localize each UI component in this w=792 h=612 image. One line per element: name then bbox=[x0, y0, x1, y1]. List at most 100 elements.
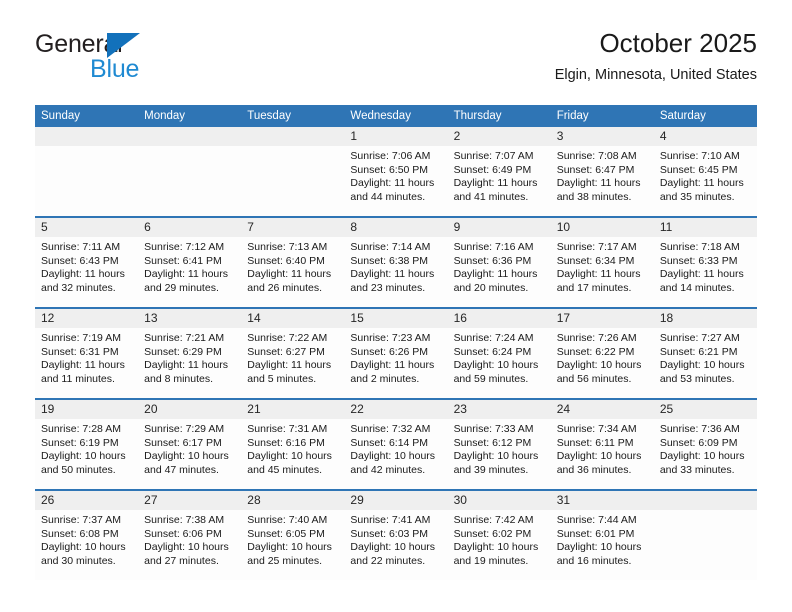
calendar-day-cell[interactable]: 12 Sunrise: 7:19 AM Sunset: 6:31 PM Dayligh… bbox=[35, 307, 139, 399]
calendar-day-cell[interactable]: 30 Sunrise: 7:42 AM Sunset: 6:02 PM Dayligh… bbox=[447, 489, 551, 580]
day-cell-inner: 14 Sunrise: 7:22 AM Sunset: 6:27 PM Dayligh… bbox=[241, 309, 345, 398]
sunrise-time: Sunrise: 7:42 AM bbox=[453, 514, 534, 526]
sunrise-time: Sunrise: 7:28 AM bbox=[41, 423, 121, 435]
day-number: 19 bbox=[35, 400, 139, 419]
day-details: Sunrise: 7:37 AM Sunset: 6:08 PM Daylight:… bbox=[35, 510, 138, 568]
daylight-duration-line2: and 35 minutes. bbox=[659, 190, 735, 203]
sunrise-time: Sunrise: 7:19 AM bbox=[41, 332, 121, 344]
calendar-day-cell-empty bbox=[138, 127, 242, 217]
calendar-day-cell[interactable]: 17 Sunrise: 7:26 AM Sunset: 6:22 PM Dayligh… bbox=[550, 307, 654, 399]
calendar-day-cell[interactable]: 2 Sunrise: 7:07 AM Sunset: 6:49 PM Daylight… bbox=[447, 127, 551, 217]
sunset-time: Sunset: 6:21 PM bbox=[659, 345, 738, 358]
sunset-time: Sunset: 6:06 PM bbox=[144, 527, 222, 540]
day-cell-inner: 27 Sunrise: 7:38 AM Sunset: 6:06 PM Dayligh… bbox=[138, 491, 242, 580]
weekday-header-tuesday: Tuesday bbox=[241, 105, 345, 127]
calendar-day-cell-empty bbox=[35, 127, 139, 217]
day-number bbox=[138, 127, 242, 146]
daylight-duration-line2: and 11 minutes. bbox=[41, 372, 115, 385]
sunset-time: Sunset: 6:14 PM bbox=[350, 436, 429, 449]
calendar-day-cell[interactable]: 3 Sunrise: 7:08 AM Sunset: 6:47 PM Daylight… bbox=[550, 127, 654, 217]
day-cell-inner: 28 Sunrise: 7:40 AM Sunset: 6:05 PM Dayligh… bbox=[241, 491, 345, 580]
day-cell-inner bbox=[138, 127, 242, 216]
calendar-day-cell[interactable]: 11 Sunrise: 7:18 AM Sunset: 6:33 PM Dayligh… bbox=[653, 216, 757, 308]
weekday-header-saturday: Saturday bbox=[653, 105, 757, 127]
sunrise-time: Sunrise: 7:07 AM bbox=[453, 150, 534, 162]
day-number: 20 bbox=[138, 400, 242, 419]
day-cell-inner: 29 Sunrise: 7:41 AM Sunset: 6:03 PM Dayligh… bbox=[344, 491, 448, 580]
daylight-duration-line1: Daylight: 11 hours bbox=[659, 177, 744, 190]
calendar-day-cell[interactable]: 4 Sunrise: 7:10 AM Sunset: 6:45 PM Daylight… bbox=[653, 127, 757, 217]
daylight-duration-line1: Daylight: 10 hours bbox=[144, 541, 229, 554]
sunrise-time: Sunrise: 7:06 AM bbox=[350, 150, 431, 162]
sunrise-time: Sunrise: 7:10 AM bbox=[659, 150, 740, 162]
sunset-time: Sunset: 6:16 PM bbox=[247, 436, 325, 449]
calendar-day-cell[interactable]: 28 Sunrise: 7:40 AM Sunset: 6:05 PM Dayligh… bbox=[241, 489, 345, 580]
day-cell-inner: 9 Sunrise: 7:16 AM Sunset: 6:36 PM Daylight… bbox=[447, 218, 551, 307]
calendar-day-cell[interactable]: 31 Sunrise: 7:44 AM Sunset: 6:01 PM Dayligh… bbox=[550, 489, 654, 580]
daylight-duration-line2: and 29 minutes. bbox=[144, 281, 219, 294]
calendar-day-cell[interactable]: 15 Sunrise: 7:23 AM Sunset: 6:26 PM Dayligh… bbox=[344, 307, 448, 399]
daylight-duration-line1: Daylight: 11 hours bbox=[556, 177, 641, 190]
day-cell-inner: 3 Sunrise: 7:08 AM Sunset: 6:47 PM Daylight… bbox=[550, 127, 654, 216]
calendar-day-cell[interactable]: 19 Sunrise: 7:28 AM Sunset: 6:19 PM Dayligh… bbox=[35, 398, 139, 490]
calendar-day-cell[interactable]: 21 Sunrise: 7:31 AM Sunset: 6:16 PM Dayligh… bbox=[241, 398, 345, 490]
calendar-day-cell[interactable]: 25 Sunrise: 7:36 AM Sunset: 6:09 PM Dayligh… bbox=[653, 398, 757, 490]
daylight-duration-line1: Daylight: 11 hours bbox=[247, 359, 332, 372]
daylight-duration-line1: Daylight: 10 hours bbox=[350, 541, 436, 554]
sunrise-time: Sunrise: 7:44 AM bbox=[556, 514, 637, 526]
day-details: Sunrise: 7:40 AM Sunset: 6:05 PM Daylight:… bbox=[241, 510, 344, 568]
day-cell-inner: 31 Sunrise: 7:44 AM Sunset: 6:01 PM Dayligh… bbox=[550, 491, 654, 580]
day-details: Sunrise: 7:17 AM Sunset: 6:34 PM Daylight:… bbox=[551, 237, 654, 295]
day-cell-inner: 13 Sunrise: 7:21 AM Sunset: 6:29 PM Dayligh… bbox=[138, 309, 242, 398]
calendar-day-cell[interactable]: 29 Sunrise: 7:41 AM Sunset: 6:03 PM Dayligh… bbox=[344, 489, 448, 580]
calendar-day-cell[interactable]: 16 Sunrise: 7:24 AM Sunset: 6:24 PM Dayligh… bbox=[447, 307, 551, 399]
sunset-time: Sunset: 6:24 PM bbox=[453, 345, 532, 358]
day-number: 28 bbox=[241, 491, 345, 510]
daylight-duration-line2: and 16 minutes. bbox=[556, 554, 632, 567]
day-cell-inner: 7 Sunrise: 7:13 AM Sunset: 6:40 PM Daylight… bbox=[241, 218, 345, 307]
calendar-day-cell[interactable]: 7 Sunrise: 7:13 AM Sunset: 6:40 PM Daylight… bbox=[241, 216, 345, 308]
day-number: 5 bbox=[35, 218, 139, 237]
day-number: 22 bbox=[344, 400, 448, 419]
sunset-time: Sunset: 6:03 PM bbox=[350, 527, 429, 540]
calendar-day-cell[interactable]: 24 Sunrise: 7:34 AM Sunset: 6:11 PM Dayligh… bbox=[550, 398, 654, 490]
day-number: 14 bbox=[241, 309, 345, 328]
calendar-week-row: 26 Sunrise: 7:37 AM Sunset: 6:08 PM Dayligh… bbox=[35, 489, 757, 580]
calendar-day-cell[interactable]: 9 Sunrise: 7:16 AM Sunset: 6:36 PM Daylight… bbox=[447, 216, 551, 308]
calendar-day-cell[interactable]: 23 Sunrise: 7:33 AM Sunset: 6:12 PM Dayligh… bbox=[447, 398, 551, 490]
sunrise-time: Sunrise: 7:38 AM bbox=[144, 514, 225, 526]
calendar-day-cell[interactable]: 1 Sunrise: 7:06 AM Sunset: 6:50 PM Daylight… bbox=[344, 127, 448, 217]
day-details: Sunrise: 7:12 AM Sunset: 6:41 PM Daylight:… bbox=[138, 237, 241, 295]
daylight-duration-line1: Daylight: 10 hours bbox=[144, 450, 229, 463]
daylight-duration-line2: and 33 minutes. bbox=[659, 463, 735, 476]
sunrise-time: Sunrise: 7:13 AM bbox=[247, 241, 328, 253]
daylight-duration-line1: Daylight: 11 hours bbox=[453, 268, 538, 281]
day-details: Sunrise: 7:22 AM Sunset: 6:27 PM Daylight:… bbox=[241, 328, 344, 386]
calendar-day-cell[interactable]: 13 Sunrise: 7:21 AM Sunset: 6:29 PM Dayligh… bbox=[138, 307, 242, 399]
calendar-day-cell[interactable]: 18 Sunrise: 7:27 AM Sunset: 6:21 PM Dayligh… bbox=[653, 307, 757, 399]
day-cell-inner: 8 Sunrise: 7:14 AM Sunset: 6:38 PM Daylight… bbox=[344, 218, 448, 307]
day-details: Sunrise: 7:34 AM Sunset: 6:11 PM Daylight:… bbox=[551, 419, 654, 477]
calendar-day-cell[interactable]: 10 Sunrise: 7:17 AM Sunset: 6:34 PM Dayligh… bbox=[550, 216, 654, 308]
day-number: 13 bbox=[138, 309, 242, 328]
calendar-day-cell[interactable]: 8 Sunrise: 7:14 AM Sunset: 6:38 PM Daylight… bbox=[344, 216, 448, 308]
day-details: Sunrise: 7:28 AM Sunset: 6:19 PM Daylight:… bbox=[35, 419, 138, 477]
day-details: Sunrise: 7:29 AM Sunset: 6:17 PM Daylight:… bbox=[138, 419, 241, 477]
calendar-day-cell[interactable]: 5 Sunrise: 7:11 AM Sunset: 6:43 PM Daylight… bbox=[35, 216, 139, 308]
general-blue-logo[interactable]: General Blue bbox=[35, 30, 255, 90]
daylight-duration-line1: Daylight: 10 hours bbox=[453, 541, 539, 554]
sunrise-time: Sunrise: 7:21 AM bbox=[144, 332, 225, 344]
calendar-day-cell[interactable]: 27 Sunrise: 7:38 AM Sunset: 6:06 PM Dayligh… bbox=[138, 489, 242, 580]
calendar-day-cell[interactable]: 22 Sunrise: 7:32 AM Sunset: 6:14 PM Dayligh… bbox=[344, 398, 448, 490]
daylight-duration-line1: Daylight: 11 hours bbox=[556, 268, 641, 281]
daylight-duration-line1: Daylight: 11 hours bbox=[659, 268, 744, 281]
calendar-day-cell[interactable]: 14 Sunrise: 7:22 AM Sunset: 6:27 PM Dayligh… bbox=[241, 307, 345, 399]
daylight-duration-line1: Daylight: 10 hours bbox=[350, 450, 436, 463]
calendar-body: 1 Sunrise: 7:06 AM Sunset: 6:50 PM Daylight… bbox=[35, 127, 757, 580]
sunset-time: Sunset: 6:12 PM bbox=[453, 436, 532, 449]
daylight-duration-line2: and 56 minutes. bbox=[556, 372, 632, 385]
daylight-duration-line2: and 2 minutes. bbox=[350, 372, 420, 385]
calendar-day-cell[interactable]: 20 Sunrise: 7:29 AM Sunset: 6:17 PM Dayligh… bbox=[138, 398, 242, 490]
calendar-day-cell[interactable]: 26 Sunrise: 7:37 AM Sunset: 6:08 PM Dayligh… bbox=[35, 489, 139, 580]
calendar-day-cell[interactable]: 6 Sunrise: 7:12 AM Sunset: 6:41 PM Daylight… bbox=[138, 216, 242, 308]
